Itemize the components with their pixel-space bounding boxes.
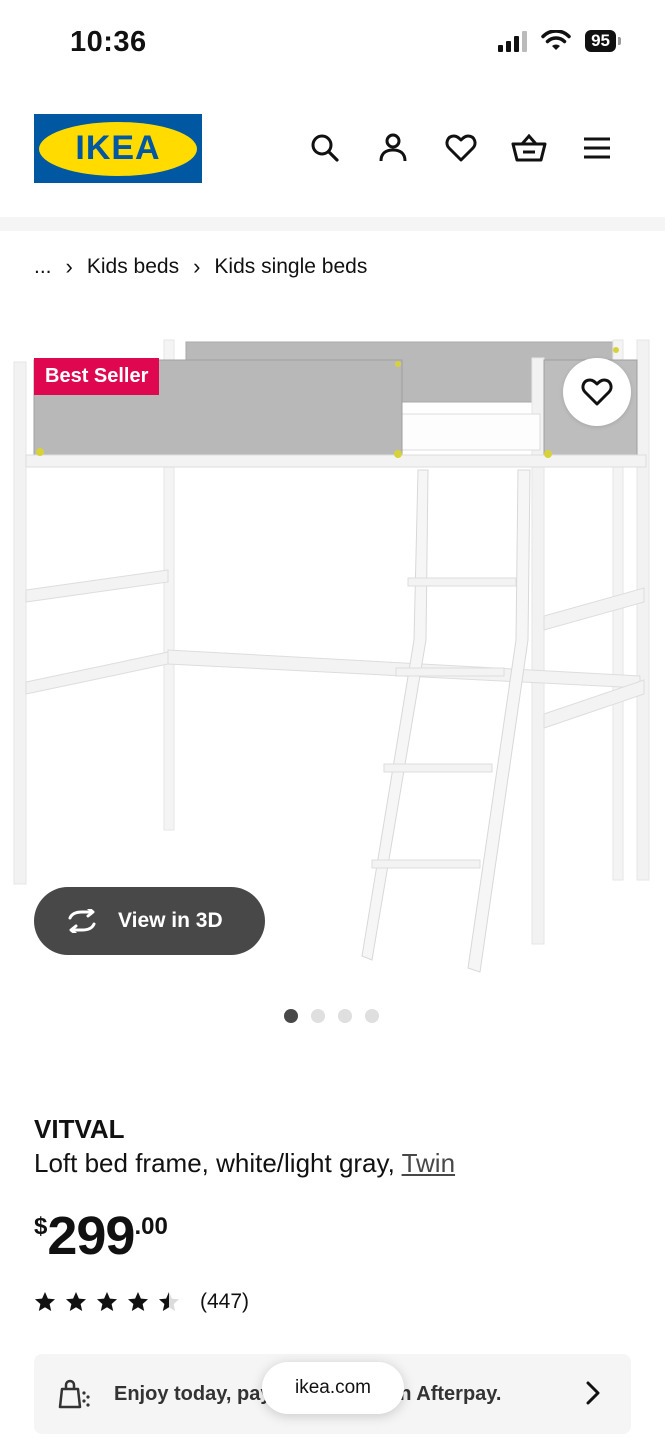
status-icons: 95 — [498, 30, 621, 52]
logo-text: IKEA — [75, 129, 161, 167]
price-cents: .00 — [134, 1213, 168, 1240]
gallery-pagination — [284, 1009, 379, 1023]
cart-icon[interactable] — [511, 130, 547, 166]
add-to-favorites-button[interactable] — [563, 358, 631, 426]
star-icon — [159, 1292, 179, 1311]
review-count: (447) — [200, 1290, 250, 1313]
product-description-text: Loft bed frame, white/light gray, — [34, 1148, 402, 1178]
product-name: VITVAL — [34, 1114, 125, 1144]
cellular-signal-icon — [498, 30, 528, 52]
price-currency: $ — [34, 1213, 48, 1240]
gallery-dot[interactable] — [284, 1009, 298, 1023]
afterpay-shopping-bag-icon — [58, 1379, 90, 1409]
star-icon — [66, 1292, 86, 1311]
size-link[interactable]: Twin — [402, 1148, 455, 1178]
star-icon — [35, 1292, 55, 1311]
header-divider — [0, 217, 665, 231]
wifi-icon — [541, 30, 571, 50]
site-header: IKEA — [0, 100, 665, 200]
gallery-dot[interactable] — [338, 1009, 352, 1023]
breadcrumb-item-kids-beds[interactable]: Kids beds — [87, 255, 179, 279]
rotate-3d-icon — [68, 909, 96, 933]
product-rating[interactable]: (447) — [34, 1290, 249, 1314]
search-icon[interactable] — [307, 130, 343, 166]
battery-icon: 95 — [585, 30, 621, 52]
status-bar: 10:36 95 — [0, 0, 665, 90]
battery-level: 95 — [585, 30, 616, 52]
browser-url: ikea.com — [294, 1377, 372, 1398]
breadcrumb: ... › Kids beds › Kids single beds — [34, 254, 367, 280]
best-seller-badge: Best Seller — [34, 358, 160, 395]
wishlist-heart-icon[interactable] — [443, 130, 479, 166]
product-price: $ 299 .00 — [34, 1205, 168, 1267]
chevron-right-icon: › — [65, 254, 73, 279]
ikea-logo[interactable]: IKEA — [34, 114, 202, 183]
breadcrumb-item-kids-single-beds[interactable]: Kids single beds — [214, 255, 367, 279]
gallery-dot[interactable] — [311, 1009, 325, 1023]
star-icon — [128, 1292, 148, 1311]
breadcrumb-ellipsis[interactable]: ... — [34, 255, 52, 279]
header-icons — [307, 130, 615, 166]
account-icon[interactable] — [375, 130, 411, 166]
gallery-dot[interactable] — [365, 1009, 379, 1023]
view-in-3d-label: View in 3D — [118, 909, 223, 932]
status-time: 10:36 — [70, 26, 147, 58]
chevron-right-icon — [586, 1381, 600, 1405]
menu-icon[interactable] — [579, 130, 615, 166]
star-icon — [97, 1292, 117, 1311]
rating-stars — [34, 1291, 180, 1313]
view-in-3d-button[interactable]: View in 3D — [34, 887, 265, 955]
browser-url-pill[interactable]: ikea.com — [262, 1362, 404, 1414]
price-whole: 299 — [47, 1206, 135, 1266]
chevron-right-icon: › — [193, 254, 201, 279]
product-description: Loft bed frame, white/light gray, Twin — [34, 1148, 455, 1179]
heart-icon — [581, 378, 613, 406]
